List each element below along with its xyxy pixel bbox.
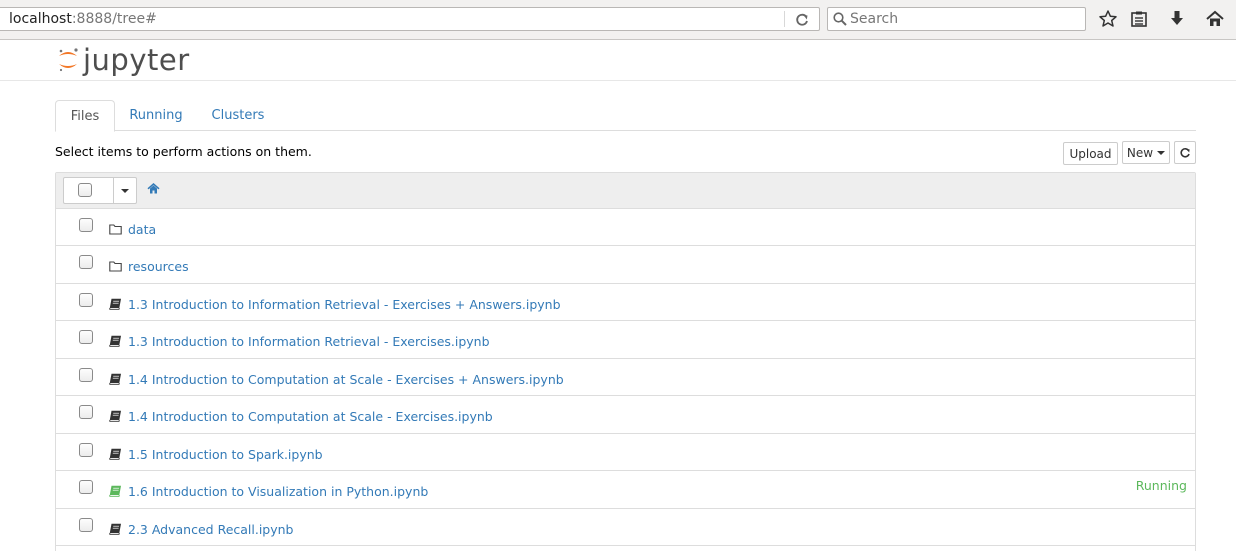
- chevron-down-icon: [121, 188, 129, 193]
- file-link[interactable]: 1.4 Introduction to Computation at Scale…: [128, 372, 564, 387]
- select-all-group: [63, 177, 137, 204]
- row-checkbox[interactable]: [79, 293, 93, 307]
- file-link[interactable]: data: [128, 222, 156, 237]
- jupyter-header: jupyter: [0, 41, 1236, 81]
- select-all-area: [64, 178, 114, 203]
- notebook-icon: [109, 373, 122, 385]
- row-checkbox[interactable]: [79, 443, 93, 457]
- file-row[interactable]: 1.3 Introduction to Information Retrieva…: [56, 321, 1195, 359]
- file-row[interactable]: 1.4 Introduction to Computation at Scale…: [56, 396, 1195, 434]
- row-checkbox[interactable]: [79, 330, 93, 344]
- reload-icon[interactable]: [793, 11, 811, 29]
- select-menu-toggle[interactable]: [114, 178, 136, 203]
- tab-clusters[interactable]: Clusters: [203, 100, 273, 131]
- notebook-icon: [109, 298, 122, 310]
- row-checkbox[interactable]: [79, 368, 93, 382]
- file-link[interactable]: 2.3 Advanced Recall.ipynb: [128, 522, 294, 537]
- notebook-icon: [109, 523, 122, 535]
- tab-running[interactable]: Running: [121, 100, 191, 131]
- file-row[interactable]: 1.4 Introduction to Computation at Scale…: [56, 359, 1195, 396]
- upload-button[interactable]: Upload: [1063, 142, 1118, 165]
- url-path: :8888/tree#: [71, 11, 157, 27]
- url-host: localhost: [9, 11, 72, 27]
- row-checkbox[interactable]: [79, 255, 93, 269]
- tab-bar: Files Running Clusters: [55, 100, 1196, 132]
- file-list-header: [56, 173, 1195, 209]
- browser-toolbar: localhost:8888/tree#: [0, 0, 1236, 40]
- file-list: data resources 1.3 Introduction to Informa…: [55, 172, 1196, 551]
- notebook-icon: [109, 448, 122, 460]
- folder-icon: [109, 260, 122, 272]
- home-page-icon[interactable]: [1205, 9, 1225, 29]
- file-link[interactable]: 1.3 Introduction to Information Retrieva…: [128, 334, 490, 349]
- select-all-checkbox[interactable]: [78, 183, 92, 197]
- file-link[interactable]: 1.3 Introduction to Information Retrieva…: [128, 297, 561, 312]
- notebook-icon: [109, 410, 122, 422]
- search-bar[interactable]: [827, 7, 1086, 31]
- row-checkbox[interactable]: [79, 218, 93, 232]
- file-row[interactable]: data: [56, 209, 1195, 246]
- jupyter-logo-icon: [59, 48, 78, 72]
- file-link[interactable]: 1.5 Introduction to Spark.ipynb: [128, 447, 323, 462]
- file-link[interactable]: resources: [128, 259, 189, 274]
- url-separator: [784, 11, 785, 27]
- file-link[interactable]: 1.4 Introduction to Computation at Scale…: [128, 409, 493, 424]
- file-row[interactable]: 1.5 Introduction to Spark.ipynb: [56, 434, 1195, 471]
- refresh-icon: [1180, 147, 1190, 158]
- logo-text: jupyter: [83, 42, 190, 77]
- jupyter-logo[interactable]: jupyter: [57, 43, 190, 77]
- row-checkbox[interactable]: [79, 480, 93, 494]
- file-row[interactable]: resources: [56, 246, 1195, 284]
- url-bar[interactable]: localhost:8888/tree#: [0, 7, 820, 31]
- new-button-label: New: [1126, 145, 1154, 160]
- notebook-icon: [109, 485, 122, 497]
- search-input[interactable]: [850, 9, 1080, 29]
- file-row[interactable]: 1.3 Introduction to Information Retrieva…: [56, 284, 1195, 321]
- reading-list-icon[interactable]: [1129, 9, 1149, 29]
- notebook-icon: [109, 335, 122, 347]
- url-text[interactable]: localhost:8888/tree#: [9, 11, 157, 27]
- tab-files[interactable]: Files: [55, 100, 115, 132]
- file-row[interactable]: 2.3 Advanced Recall.ipynb: [56, 509, 1195, 546]
- chevron-down-icon: [1157, 150, 1166, 155]
- refresh-button[interactable]: [1174, 141, 1196, 164]
- search-icon: [833, 12, 847, 26]
- file-link[interactable]: 1.6 Introduction to Visualization in Pyt…: [128, 484, 428, 499]
- selection-hint: Select items to perform actions on them.: [55, 144, 312, 159]
- running-status: Running: [1135, 478, 1187, 493]
- bookmark-star-icon[interactable]: [1098, 9, 1118, 29]
- row-checkbox[interactable]: [79, 518, 93, 532]
- file-row[interactable]: 1.6 Introduction to Visualization in Pyt…: [56, 471, 1195, 509]
- download-icon[interactable]: [1167, 9, 1187, 29]
- folder-icon: [109, 223, 122, 235]
- new-button[interactable]: New: [1122, 141, 1170, 164]
- row-checkbox[interactable]: [79, 405, 93, 419]
- home-icon[interactable]: [147, 182, 160, 195]
